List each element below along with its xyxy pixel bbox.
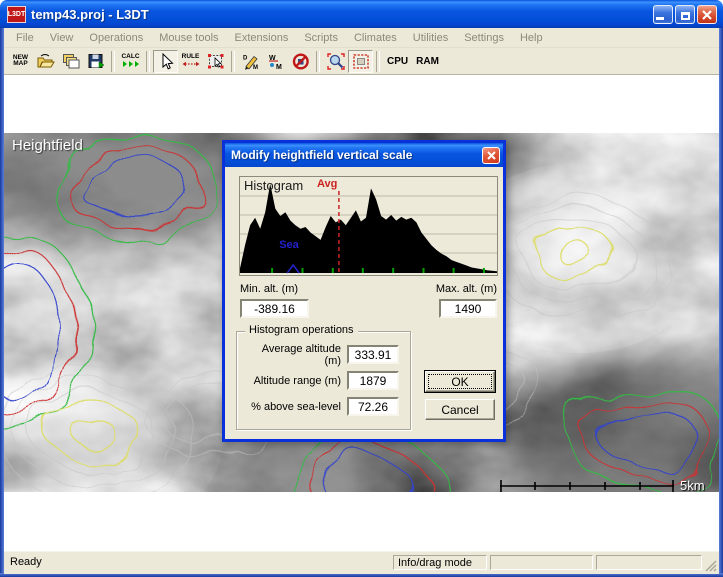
statusbar: Ready Info/drag mode <box>4 551 719 574</box>
status-ready-text: Ready <box>10 556 42 568</box>
max-alt-label: Max. alt. (m) <box>429 283 497 295</box>
ruler-arrow-icon <box>182 60 200 68</box>
copy-maps-button[interactable] <box>58 50 83 73</box>
min-alt-input[interactable] <box>240 299 309 318</box>
pencil-dm-icon: D M <box>242 53 260 70</box>
cancel-button[interactable]: Cancel <box>425 399 495 420</box>
application-window: L3DT temp43.proj - L3DT File View Operat… <box>0 0 723 577</box>
cpu-meter-button[interactable]: CPU <box>383 50 412 73</box>
resize-grip[interactable] <box>704 559 717 572</box>
scalebar-ruler-icon <box>500 478 676 492</box>
active-region-tool-button[interactable] <box>348 50 373 73</box>
svg-text:M: M <box>253 65 258 70</box>
toolbar-separator <box>231 51 235 72</box>
toolbar: NEW MAP CAL <box>4 48 719 75</box>
zoom-select-tool-button[interactable] <box>323 50 348 73</box>
max-alt-input[interactable] <box>439 299 497 318</box>
calc-button[interactable]: CALC <box>118 50 143 73</box>
histogram-title: Histogram <box>244 178 303 193</box>
titlebar[interactable]: L3DT temp43.proj - L3DT <box>0 0 723 28</box>
zoom-region-icon <box>327 53 345 70</box>
dialog-titlebar[interactable]: Modify heightfield vertical scale <box>225 143 503 167</box>
svg-text:D: D <box>243 55 248 61</box>
scalebar: 5km <box>500 475 720 495</box>
ram-meter-button[interactable]: RAM <box>412 50 443 73</box>
altitude-range-input[interactable] <box>347 371 399 390</box>
scale-label: 5km <box>680 478 705 493</box>
altitude-range-row: Altitude range (m) <box>243 371 399 390</box>
above-sea-level-label: % above sea-level <box>243 401 341 413</box>
status-mode-panel: Info/drag mode <box>393 555 487 570</box>
close-icon <box>701 9 713 21</box>
select-region-tool-button[interactable] <box>203 50 228 73</box>
close-icon <box>486 150 497 161</box>
ruler-tool-button[interactable]: RULE <box>178 50 203 73</box>
open-folder-icon <box>37 53 55 69</box>
toolbar-separator <box>146 51 150 72</box>
menu-item-scripts[interactable]: Scripts <box>296 30 346 46</box>
toolbar-separator <box>316 51 320 72</box>
prohibited-icon <box>292 53 310 70</box>
menu-item-help[interactable]: Help <box>512 30 551 46</box>
dialog-close-button[interactable] <box>482 147 500 164</box>
ok-button[interactable]: OK <box>425 371 495 392</box>
sea-marker-label: Sea <box>279 239 299 251</box>
maximize-button[interactable] <box>675 5 695 24</box>
menu-item-settings[interactable]: Settings <box>456 30 512 46</box>
app-icon: L3DT <box>7 6 26 23</box>
toolbar-separator <box>376 51 380 72</box>
altitude-range-label: Altitude range (m) <box>243 375 341 387</box>
average-altitude-input[interactable] <box>347 345 399 364</box>
water-wm-icon: W M <box>267 53 285 70</box>
avg-marker-label: Avg <box>317 178 337 190</box>
maximize-icon <box>681 12 690 20</box>
average-altitude-label: Average altitude (m) <box>243 343 341 367</box>
new-map-label-2: MAP <box>13 61 27 68</box>
histogram-plot: Histogram Avg Sea <box>239 176 498 276</box>
menu-item-climates[interactable]: Climates <box>346 30 405 46</box>
menu-item-operations[interactable]: Operations <box>81 30 151 46</box>
dialog-title: Modify heightfield vertical scale <box>231 148 482 162</box>
save-disk-icon <box>87 53 105 69</box>
above-sea-level-row: % above sea-level <box>243 397 399 416</box>
open-project-button[interactable] <box>33 50 58 73</box>
group-title: Histogram operations <box>245 324 358 336</box>
menu-item-mouse-tools[interactable]: Mouse tools <box>151 30 226 46</box>
menu-item-utilities[interactable]: Utilities <box>405 30 456 46</box>
above-sea-level-input[interactable] <box>347 397 399 416</box>
min-alt-label: Min. alt. (m) <box>240 283 298 295</box>
viewport-title: Heightfield <box>12 137 83 154</box>
menu-item-view[interactable]: View <box>42 30 82 46</box>
new-map-button[interactable]: NEW MAP <box>8 50 33 73</box>
cursor-arrow-icon <box>158 53 174 70</box>
close-button[interactable] <box>697 5 717 24</box>
average-altitude-row: Average altitude (m) <box>243 345 399 364</box>
save-map-button[interactable] <box>83 50 108 73</box>
marquee-select-icon <box>207 53 225 70</box>
draw-heightfield-tool-button[interactable]: D M <box>238 50 263 73</box>
modify-vertical-scale-dialog: Modify heightfield vertical scale Histog… <box>222 140 506 442</box>
water-level-tool-button[interactable]: W M <box>263 50 288 73</box>
menubar: File View Operations Mouse tools Extensi… <box>4 28 719 48</box>
pointer-tool-button[interactable] <box>153 50 178 73</box>
calc-run-icon <box>122 60 140 68</box>
dialog-body: Histogram Avg Sea Min. alt. (m) Max. alt… <box>225 167 503 439</box>
copy-stack-icon <box>62 53 80 69</box>
menu-item-extensions[interactable]: Extensions <box>227 30 297 46</box>
minimize-button[interactable] <box>653 5 673 24</box>
status-empty-panel-2 <box>596 555 702 570</box>
disabled-tool-button[interactable] <box>288 50 313 73</box>
status-empty-panel-1 <box>490 555 593 570</box>
active-region-icon <box>352 53 370 70</box>
menu-item-file[interactable]: File <box>8 30 42 46</box>
minimize-icon <box>656 17 664 20</box>
window-title: temp43.proj - L3DT <box>31 7 651 22</box>
svg-text:M: M <box>276 64 282 70</box>
toolbar-separator <box>111 51 115 72</box>
